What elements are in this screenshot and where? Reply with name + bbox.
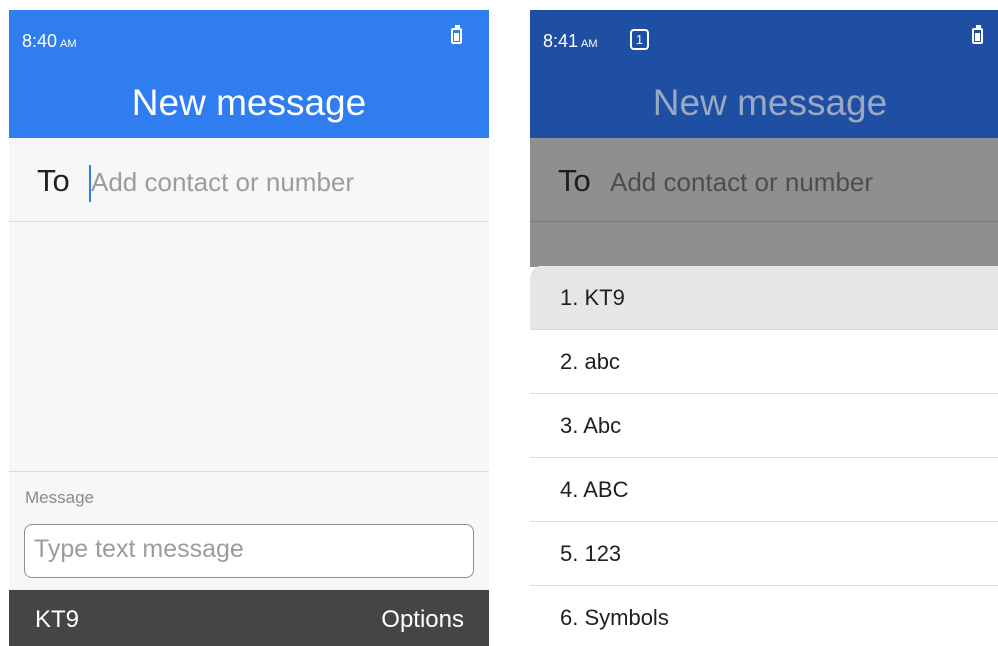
battery-icon	[972, 25, 983, 44]
softkey-bar: KT9 Options	[9, 590, 489, 646]
new-message-screen: 8:40 AM New message To Add contact or num…	[9, 10, 489, 646]
menu-item-abc-upper[interactable]: 4. ABC	[530, 458, 998, 522]
conversation-area	[9, 222, 489, 471]
status-bar: 8:41 AM 1	[530, 10, 998, 68]
recipient-input[interactable]: Add contact or number	[91, 167, 354, 198]
page-title: New message	[9, 68, 489, 138]
status-time: 8:41 AM	[543, 31, 598, 51]
recipient-field: To Add contact or number	[530, 138, 998, 222]
menu-item-numeric[interactable]: 5. 123	[530, 522, 998, 586]
message-section: Message Type text message	[9, 471, 489, 588]
menu-item-abc-lower[interactable]: 2. abc	[530, 330, 998, 394]
message-input[interactable]: Type text message	[24, 524, 474, 578]
menu-item-abc-sentence[interactable]: 3. Abc	[530, 394, 998, 458]
status-bar: 8:40 AM	[9, 10, 489, 68]
message-label: Message	[25, 488, 94, 507]
menu-item-symbols[interactable]: 6. Symbols	[530, 586, 998, 646]
recipient-input: Add contact or number	[610, 167, 874, 197]
input-mode-screen: 8:41 AM 1 New message To Add contact or n…	[530, 10, 998, 646]
input-mode-softkey[interactable]: KT9	[35, 606, 79, 634]
to-label: To	[37, 163, 70, 198]
page-title: New message	[530, 68, 998, 138]
recipient-field[interactable]: To Add contact or number	[9, 138, 489, 222]
to-label: To	[558, 163, 591, 198]
dim-overlay	[530, 222, 998, 267]
battery-icon	[451, 25, 462, 44]
options-softkey[interactable]: Options	[381, 606, 464, 634]
input-mode-menu: 1. KT9 2. abc 3. Abc 4. ABC 5. 123 6. Sy…	[530, 266, 998, 646]
menu-item-kt9[interactable]: 1. KT9	[530, 266, 998, 330]
status-time: 8:40 AM	[22, 31, 77, 51]
notification-badge: 1	[630, 29, 649, 50]
